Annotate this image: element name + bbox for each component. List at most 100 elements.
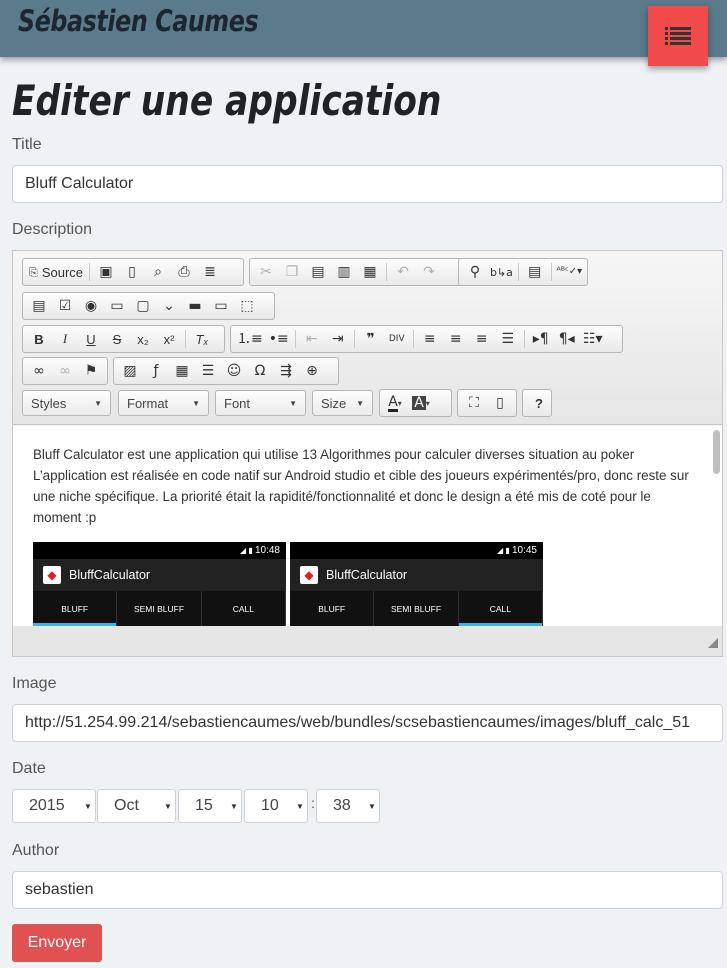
italic-button[interactable]: I bbox=[52, 328, 78, 350]
redo-button[interactable]: ↷ bbox=[416, 261, 442, 283]
justify-button[interactable]: ☰ bbox=[495, 328, 521, 350]
about-button[interactable]: ? bbox=[526, 392, 552, 414]
unlink-button[interactable]: ∞ bbox=[52, 360, 78, 382]
year-select[interactable]: 2015 ▼ bbox=[12, 789, 96, 823]
editor-content-text[interactable]: Bluff Calculator est une application qui… bbox=[33, 444, 693, 528]
iframe-button[interactable]: ⊕ bbox=[299, 360, 325, 382]
resize-handle-icon[interactable] bbox=[708, 638, 718, 648]
title-input[interactable]: Bluff Calculator bbox=[12, 165, 723, 203]
author-input[interactable]: sebastien bbox=[12, 871, 723, 909]
language-button[interactable]: ☷▾ bbox=[580, 328, 606, 350]
cut-button[interactable]: ✂ bbox=[253, 261, 279, 283]
textfield-icon: ▭ bbox=[110, 298, 124, 314]
undo-button[interactable]: ↶ bbox=[390, 261, 416, 283]
size-dropdown[interactable]: Size ▼ bbox=[312, 390, 373, 416]
toolbar-separator bbox=[523, 330, 525, 348]
print-button[interactable]: ⎙ bbox=[171, 261, 197, 283]
paste-text-button[interactable]: ▥ bbox=[331, 261, 357, 283]
replace-button[interactable]: b↳a bbox=[488, 261, 515, 283]
remove-format-button[interactable]: Tₓ bbox=[189, 328, 215, 350]
rtl-button[interactable]: ¶◂ bbox=[554, 328, 580, 350]
align-left-button[interactable]: ≡ bbox=[417, 328, 443, 350]
subscript-button[interactable]: x₂ bbox=[130, 328, 156, 350]
templates-button[interactable]: ≣ bbox=[197, 261, 223, 283]
bg-color-button[interactable]: A ▾ bbox=[408, 392, 434, 414]
indent-button[interactable]: ⇥ bbox=[325, 328, 351, 350]
underline-button[interactable]: U bbox=[78, 328, 104, 350]
numbered-list-button[interactable]: ⒈≡ bbox=[234, 328, 266, 350]
new-page-button[interactable]: ▯ bbox=[119, 261, 145, 283]
toolbar-group-about: ? bbox=[522, 389, 552, 417]
checkbox-button[interactable]: ☑ bbox=[52, 295, 78, 317]
screenshot-appbar: ◆ BluffCalculator bbox=[33, 559, 286, 591]
ltr-button[interactable]: ▸¶ bbox=[528, 328, 554, 350]
superscript-button[interactable]: x² bbox=[156, 328, 182, 350]
select-field-button[interactable]: ⌄ bbox=[156, 295, 182, 317]
horizontal-rule-button[interactable]: ☰ bbox=[195, 360, 221, 382]
app-screenshot[interactable]: ◢ ▮ 10:48 ◆ BluffCalculator BLUFF SEMI B… bbox=[33, 542, 286, 626]
year-select-value: 2015 bbox=[29, 797, 65, 814]
radio-button[interactable]: ◉ bbox=[78, 295, 104, 317]
editor-content-area[interactable]: Bluff Calculator est une application qui… bbox=[13, 426, 722, 626]
find-button[interactable]: ⚲ bbox=[462, 261, 488, 283]
form-button-button[interactable]: ▬ bbox=[182, 295, 208, 317]
checkbox-icon: ☑ bbox=[58, 298, 72, 314]
image-url-input[interactable]: http://51.254.99.214/sebastiencaumes/web… bbox=[12, 704, 723, 742]
form-button[interactable]: ▤ bbox=[26, 295, 52, 317]
image-button-button[interactable]: ▭ bbox=[208, 295, 234, 317]
special-char-button[interactable]: Ω bbox=[247, 360, 273, 382]
screenshot-tabs: BLUFF SEMI BLUFF CALL bbox=[290, 591, 543, 626]
preview-button[interactable]: ⌕ bbox=[145, 261, 171, 283]
smiley-button[interactable]: ☺ bbox=[221, 360, 247, 382]
image-icon: ▨ bbox=[123, 363, 137, 379]
paste-word-button[interactable]: ▦ bbox=[357, 261, 383, 283]
flash-button[interactable]: ƒ bbox=[143, 360, 169, 382]
styles-dropdown[interactable]: Styles ▼ bbox=[22, 390, 111, 416]
spellcheck-button[interactable]: ᴬᴮᶜ✓▾ bbox=[555, 261, 584, 283]
font-dropdown[interactable]: Font ▼ bbox=[215, 390, 306, 416]
screenshot-app-name: BluffCalculator bbox=[326, 568, 408, 582]
app-screenshot[interactable]: ◢ ▮ 10:45 ◆ BluffCalculator BLUFF SEMI B… bbox=[290, 542, 543, 626]
toolbar-separator bbox=[89, 263, 91, 281]
link-button[interactable]: ∞ bbox=[26, 360, 52, 382]
table-button[interactable]: ▦ bbox=[169, 360, 195, 382]
menu-button[interactable] bbox=[648, 6, 708, 66]
outdent-button[interactable]: ⇤ bbox=[299, 328, 325, 350]
format-dropdown[interactable]: Format ▼ bbox=[118, 390, 209, 416]
hidden-field-button[interactable]: ⬚ bbox=[234, 295, 260, 317]
show-blocks-button[interactable]: ▯ bbox=[487, 392, 513, 414]
styles-dropdown-label: Styles bbox=[31, 395, 67, 411]
hour-select[interactable]: 10 ▼ bbox=[244, 789, 308, 823]
screenshot-app-name: BluffCalculator bbox=[69, 568, 151, 582]
anchor-button[interactable]: ⚑ bbox=[78, 360, 104, 382]
align-right-button[interactable]: ≡ bbox=[469, 328, 495, 350]
submit-button[interactable]: Envoyer bbox=[12, 924, 102, 962]
align-center-button[interactable]: ≡ bbox=[443, 328, 469, 350]
site-title[interactable]: Sébastien Caumes bbox=[18, 4, 259, 38]
day-select[interactable]: 15 ▼ bbox=[178, 789, 242, 823]
underline-icon: U bbox=[86, 331, 96, 347]
blockquote-button[interactable]: ❞ bbox=[358, 328, 384, 350]
source-button[interactable]: ⎘ Source bbox=[26, 261, 86, 283]
table-icon: ▦ bbox=[175, 363, 189, 379]
maximize-button[interactable]: ⛶ bbox=[461, 392, 487, 414]
text-color-button[interactable]: A ▾ bbox=[382, 392, 408, 414]
textarea-button[interactable]: ▢ bbox=[130, 295, 156, 317]
cut-icon: ✂ bbox=[260, 264, 272, 280]
month-select[interactable]: Oct ▼ bbox=[97, 789, 176, 823]
div-button[interactable]: DIV bbox=[384, 328, 410, 350]
bold-button[interactable]: B bbox=[26, 328, 52, 350]
screenshot-tab: CALL bbox=[202, 591, 286, 626]
strike-button[interactable]: S bbox=[104, 328, 130, 350]
select-all-button[interactable]: ▤ bbox=[522, 261, 548, 283]
bulleted-list-button[interactable]: •≡ bbox=[266, 328, 292, 350]
save-button[interactable]: ▣ bbox=[93, 261, 119, 283]
editor-scrollbar-thumb[interactable] bbox=[713, 430, 720, 474]
minute-select[interactable]: 38 ▼ bbox=[316, 789, 380, 823]
textfield-button[interactable]: ▭ bbox=[104, 295, 130, 317]
paste-button[interactable]: ▤ bbox=[305, 261, 331, 283]
copy-button[interactable]: ❐ bbox=[279, 261, 305, 283]
source-button-label: Source bbox=[41, 264, 84, 280]
image-button[interactable]: ▨ bbox=[117, 360, 143, 382]
page-break-button[interactable]: ⇶ bbox=[273, 360, 299, 382]
